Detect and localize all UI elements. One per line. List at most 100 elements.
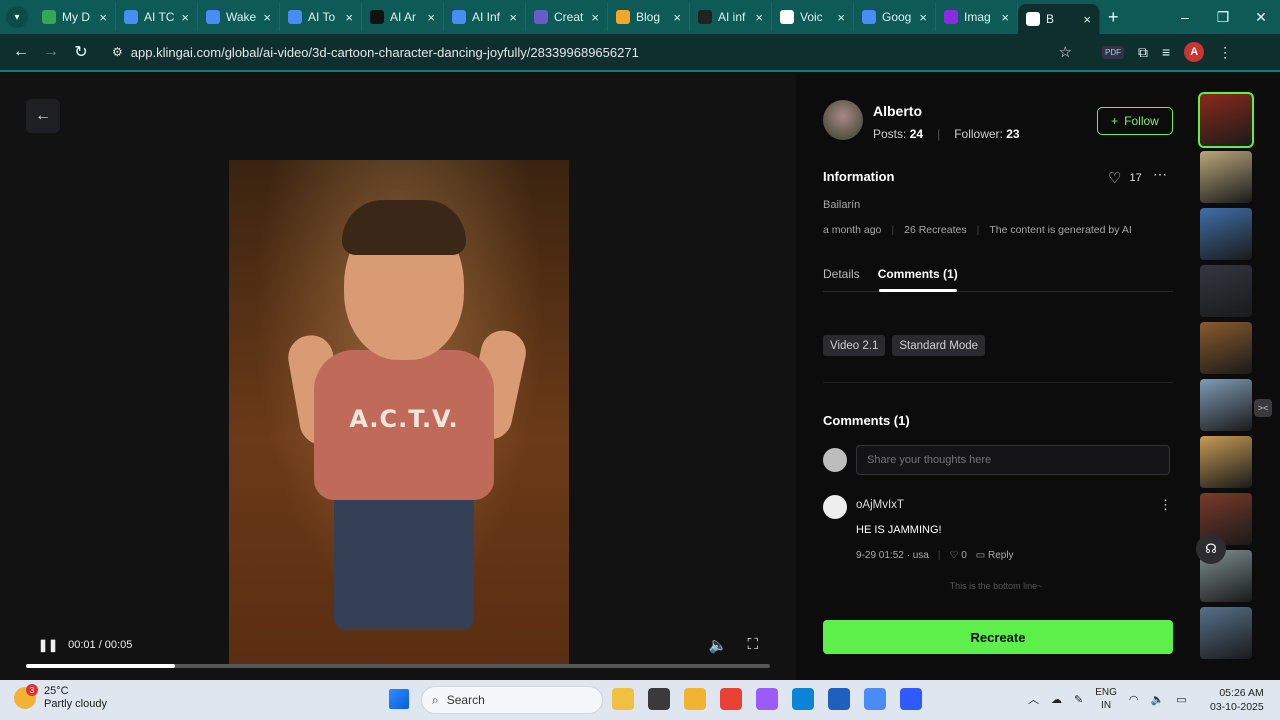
- taskbar-app-icon[interactable]: [684, 688, 706, 710]
- comment-like-button[interactable]: ♡ 0: [949, 550, 966, 561]
- maximize-button[interactable]: ❐: [1204, 0, 1242, 34]
- site-info-icon[interactable]: ⚙: [112, 45, 123, 59]
- taskbar-app-icon[interactable]: [900, 688, 922, 710]
- drive-icon: [42, 10, 56, 24]
- creator-avatar[interactable]: [823, 100, 863, 140]
- thumbnail[interactable]: [1200, 379, 1252, 431]
- follow-button[interactable]: + Follow: [1097, 107, 1173, 135]
- browser-menu-icon[interactable]: ⋮: [1218, 44, 1232, 61]
- tray-network-icon[interactable]: ☁: [1051, 693, 1062, 706]
- back-arrow-button[interactable]: ←: [26, 99, 60, 133]
- thumbnail[interactable]: [1200, 322, 1252, 374]
- posts-label: Posts:: [873, 127, 907, 141]
- browser-tab[interactable]: Imag ×: [936, 3, 1018, 31]
- url-bar[interactable]: ⚙ app.klingai.com/global/ai-video/3d-car…: [102, 38, 1082, 66]
- browser-tab[interactable]: Blog ×: [608, 3, 690, 31]
- tab-close-icon[interactable]: ×: [755, 10, 763, 25]
- reload-button[interactable]: ↻: [66, 42, 96, 62]
- tab-close-icon[interactable]: ×: [509, 10, 517, 25]
- comment-input[interactable]: [856, 445, 1170, 475]
- comment-menu-icon[interactable]: ⋮: [1159, 497, 1172, 513]
- tab-details[interactable]: Details: [823, 267, 860, 281]
- browser-tab[interactable]: B ×: [1018, 4, 1100, 34]
- volume-icon[interactable]: 🔈: [709, 636, 728, 654]
- forward-nav-button[interactable]: →: [36, 43, 66, 61]
- like-button[interactable]: ♡ 17: [1108, 169, 1142, 187]
- wifi-icon[interactable]: ◠: [1129, 693, 1139, 706]
- tray-pen-icon[interactable]: ✎: [1074, 693, 1083, 706]
- tab-close-icon[interactable]: ×: [427, 10, 435, 25]
- tab-search-button[interactable]: ▾: [6, 6, 28, 28]
- thumbnail[interactable]: [1200, 208, 1252, 260]
- taskbar-app-icon[interactable]: [792, 688, 814, 710]
- browser-tab[interactable]: AI To ×: [280, 3, 362, 31]
- browser-tab[interactable]: AI Inf ×: [444, 3, 526, 31]
- creator-name[interactable]: Alberto: [873, 103, 922, 119]
- weather-widget[interactable]: 3 25°C Partly cloudy: [14, 684, 107, 711]
- browser-tab[interactable]: Voic ×: [772, 3, 854, 31]
- video-frame[interactable]: A.C.T.V.: [229, 160, 569, 666]
- thumbnail[interactable]: [1200, 151, 1252, 203]
- recreate-button[interactable]: Recreate: [823, 620, 1173, 654]
- browser-tab[interactable]: Wake ×: [198, 3, 280, 31]
- tab-close-icon[interactable]: ×: [591, 10, 599, 25]
- shirt-text: A.C.T.V.: [349, 405, 459, 433]
- more-options-icon[interactable]: ⋯: [1153, 166, 1167, 183]
- tab-close-icon[interactable]: ×: [1083, 12, 1091, 27]
- video-player: ← A.C.T.V. ❚❚ 00:01 / 00:05 🔈 ⛶: [0, 74, 796, 680]
- back-nav-button[interactable]: ←: [6, 43, 36, 61]
- thumbnail[interactable]: [1200, 607, 1252, 659]
- tab-close-icon[interactable]: ×: [837, 10, 845, 25]
- tab-title: Creat: [554, 10, 584, 24]
- tab-close-icon[interactable]: ×: [99, 10, 107, 25]
- taskbar-app-icon[interactable]: [828, 688, 850, 710]
- browser-tab[interactable]: AI Ar ×: [362, 3, 444, 31]
- start-button[interactable]: [389, 689, 409, 709]
- taskbar-app-icon[interactable]: [648, 688, 670, 710]
- taskbar-app-icon[interactable]: [756, 688, 778, 710]
- support-headset-icon[interactable]: ☊: [1196, 534, 1226, 564]
- tab-close-icon[interactable]: ×: [345, 10, 353, 25]
- taskbar-search[interactable]: ⌕ Search: [421, 686, 603, 714]
- thumbnail[interactable]: [1200, 265, 1252, 317]
- url-text: app.klingai.com/global/ai-video/3d-carto…: [130, 44, 639, 60]
- browser-tab[interactable]: AI inf ×: [690, 3, 772, 31]
- tab-close-icon[interactable]: ×: [181, 10, 189, 25]
- browser-tab[interactable]: AI TC ×: [116, 3, 198, 31]
- minimize-button[interactable]: –: [1166, 0, 1204, 34]
- bookmark-star-icon[interactable]: ☆: [1059, 43, 1072, 61]
- commenter-avatar[interactable]: [823, 495, 847, 519]
- taskbar-app-icon[interactable]: [612, 688, 634, 710]
- tray-chevron-icon[interactable]: ︿: [1028, 691, 1039, 707]
- close-window-button[interactable]: ✕: [1242, 0, 1280, 34]
- profile-avatar[interactable]: A: [1184, 42, 1205, 62]
- tab-close-icon[interactable]: ×: [263, 10, 271, 25]
- taskbar-app-icon[interactable]: [720, 688, 742, 710]
- extensions-puzzle-icon[interactable]: ⧉: [1138, 44, 1148, 61]
- tab-comments[interactable]: Comments (1): [878, 267, 958, 281]
- clock[interactable]: 05:26 AM 03-10-2025: [1210, 686, 1264, 714]
- pdf-extension-icon[interactable]: PDF: [1102, 45, 1124, 59]
- video-controls: ❚❚ 00:01 / 00:05 🔈 ⛶: [26, 634, 770, 674]
- video-progress-bar[interactable]: [26, 664, 770, 668]
- language-indicator[interactable]: ENG IN: [1095, 686, 1117, 712]
- speaker-icon[interactable]: 🔈: [1151, 693, 1165, 706]
- tab-close-icon[interactable]: ×: [1001, 10, 1009, 25]
- fullscreen-icon[interactable]: ⛶: [747, 636, 758, 654]
- battery-icon[interactable]: ▭: [1176, 693, 1186, 706]
- commenter-name[interactable]: oAjMvIxT: [856, 499, 904, 511]
- pause-icon[interactable]: ❚❚: [38, 638, 58, 652]
- information-heading: Information: [823, 169, 895, 184]
- tab-close-icon[interactable]: ×: [919, 10, 927, 25]
- reply-button[interactable]: ▭ Reply: [976, 550, 1014, 561]
- new-tab-button[interactable]: +: [1108, 7, 1119, 28]
- browser-tab[interactable]: Creat ×: [526, 3, 608, 31]
- media-control-icon[interactable]: ≡: [1162, 44, 1170, 60]
- browser-tab[interactable]: My D ×: [34, 3, 116, 31]
- browser-tab[interactable]: Goog ×: [854, 3, 936, 31]
- thumbnail[interactable]: [1198, 92, 1254, 148]
- taskbar-app-icon[interactable]: [864, 688, 886, 710]
- collapse-panel-icon[interactable]: ><: [1254, 399, 1272, 417]
- thumbnail[interactable]: [1200, 436, 1252, 488]
- tab-close-icon[interactable]: ×: [673, 10, 681, 25]
